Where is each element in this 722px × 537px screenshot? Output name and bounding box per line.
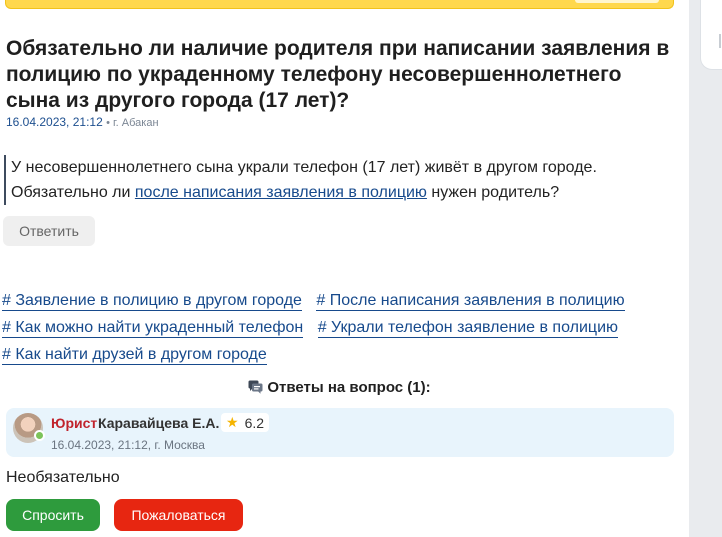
answers-heading: Ответы на вопрос (1): (0, 379, 679, 398)
question-date: 16.04.2023, 21:12 (6, 115, 103, 129)
rating-badge: ★ 6.2 (221, 413, 270, 432)
sidebar-card (700, 0, 722, 70)
tag-link[interactable]: # После написания заявления в полицию (316, 292, 625, 311)
question-city: • г. Абакан (106, 117, 159, 129)
online-status-icon (34, 430, 45, 441)
right-sidebar (689, 0, 722, 537)
question-page: Обязательно ли наличие родителя при напи… (0, 0, 689, 537)
question-title: Обязательно ли наличие родителя при напи… (6, 37, 670, 112)
question-body-link[interactable]: после написания заявления в полицию (135, 184, 427, 201)
tag-link[interactable]: # Как можно найти украденный телефон (2, 319, 304, 338)
tag-link[interactable]: # Заявление в полицию в другом городе (2, 292, 302, 311)
answer-header: Юрист Каравайцева Е.А. ★ 6.2 16.04.2023,… (6, 408, 674, 457)
sidebar-card-mark (719, 34, 721, 48)
answer-author-role: Юрист (51, 415, 98, 431)
answer-author-name[interactable]: Каравайцева Е.А. (98, 415, 219, 431)
answers-heading-text: Ответы на вопрос (1): (267, 379, 431, 396)
tag-link[interactable]: # Как найти друзей в другом городе (2, 346, 267, 365)
question-body-text-2: нужен родитель? (426, 184, 560, 201)
report-button[interactable]: Пожаловаться (114, 499, 243, 531)
chat-bubbles-icon (248, 380, 263, 398)
star-icon: ★ (226, 414, 239, 430)
answer-meta: 16.04.2023, 21:12, г. Москва (51, 438, 205, 452)
tag-link[interactable]: # Украли телефон заявление в полицию (317, 319, 618, 338)
ask-button[interactable]: Спросить (6, 499, 100, 531)
rating-value: 6.2 (244, 414, 265, 431)
answer-text: Необязательно (6, 469, 120, 486)
tag-list: # Заявление в полицию в другом городе # … (2, 289, 682, 370)
question-body: У несовершеннолетнего сына украли телефо… (4, 155, 684, 205)
reply-button[interactable]: Ответить (3, 216, 95, 246)
question-meta: 16.04.2023, 21:12 • г. Абакан (6, 115, 159, 129)
